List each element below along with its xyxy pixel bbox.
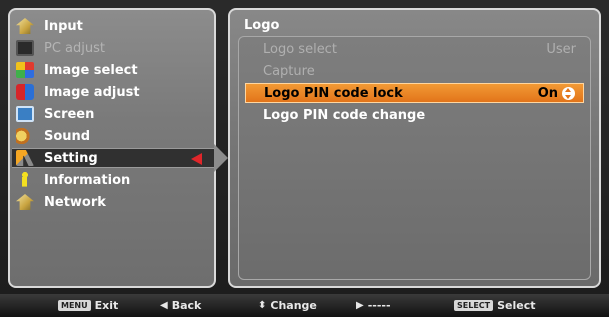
- hint-back-label: Back: [171, 299, 202, 312]
- selection-arrow-icon: [191, 153, 202, 165]
- menu-item-label: Screen: [44, 106, 95, 122]
- screen-icon: [16, 106, 34, 122]
- submenu-list: Logo select User Capture Logo PIN code l…: [238, 36, 591, 280]
- hint-select-label: Select: [497, 299, 536, 312]
- hint-next: ▶ -----: [356, 299, 391, 312]
- hint-back: ◀ Back: [160, 299, 201, 312]
- setting-icon: [16, 150, 34, 166]
- submenu-item-label: Capture: [263, 63, 315, 79]
- menu-item-label: PC adjust: [44, 40, 105, 56]
- submenu-item-label: Logo PIN code change: [263, 107, 426, 123]
- menu-item-label: Sound: [44, 128, 91, 144]
- menu-item-label: Network: [44, 194, 106, 210]
- osd-frame: Input PC adjust Image select Image adjus…: [0, 0, 609, 317]
- submenu-title: Logo: [244, 18, 280, 33]
- submenu-item-value: On: [537, 85, 558, 101]
- menu-item-label: Setting: [44, 150, 98, 166]
- menu-item-label: Information: [44, 172, 131, 188]
- menu-item-label: Input: [44, 18, 83, 34]
- menu-item-sound[interactable]: Sound: [12, 126, 214, 146]
- image-adjust-icon: [16, 84, 34, 100]
- hint-bar: MENU Exit ◀ Back ⬍ Change ▶ ----- SELECT…: [0, 294, 609, 317]
- left-arrow-icon: ◀: [160, 300, 168, 311]
- submenu-item-logo-pin-code-change[interactable]: Logo PIN code change: [245, 105, 584, 125]
- menu-item-network[interactable]: Network: [12, 192, 214, 212]
- menu-item-label: Image select: [44, 62, 138, 78]
- menu-item-screen[interactable]: Screen: [12, 104, 214, 124]
- submenu-item-value-group: On: [538, 86, 575, 101]
- up-down-icon[interactable]: [562, 86, 575, 100]
- hint-change: ⬍ Change: [258, 299, 317, 312]
- submenu-item-logo-select: Logo select User: [245, 39, 584, 59]
- hint-exit-label: Exit: [94, 299, 119, 312]
- input-icon: [16, 18, 34, 34]
- pc-adjust-icon: [16, 40, 34, 56]
- hint-change-label: Change: [270, 299, 317, 312]
- menu-key-icon: MENU: [58, 300, 91, 311]
- menu-item-image-adjust[interactable]: Image adjust: [12, 82, 214, 102]
- hint-select: SELECT Select: [454, 299, 536, 312]
- hint-next-label: -----: [367, 299, 391, 312]
- up-down-arrow-icon: ⬍: [258, 300, 267, 311]
- image-select-icon: [16, 62, 34, 78]
- submenu-item-label: Logo PIN code lock: [264, 85, 403, 101]
- hint-exit: MENU Exit: [58, 299, 118, 312]
- menu-item-information[interactable]: Information: [12, 170, 214, 190]
- information-icon: [16, 172, 34, 188]
- main-menu-panel: Input PC adjust Image select Image adjus…: [8, 8, 216, 288]
- menu-item-setting[interactable]: Setting: [12, 148, 214, 168]
- menu-item-image-select[interactable]: Image select: [12, 60, 214, 80]
- menu-item-input[interactable]: Input: [12, 16, 214, 36]
- menu-item-pc-adjust: PC adjust: [12, 38, 214, 58]
- panel-connector: [214, 144, 228, 172]
- submenu-item-value: User: [546, 41, 576, 57]
- submenu-item-capture: Capture: [245, 61, 584, 81]
- select-key-icon: SELECT: [454, 300, 494, 311]
- submenu-item-logo-pin-code-lock[interactable]: Logo PIN code lock On: [245, 83, 584, 103]
- sound-icon: [16, 128, 34, 144]
- submenu-panel: Logo Logo select User Capture Logo PIN c…: [228, 8, 601, 288]
- right-arrow-icon: ▶: [356, 300, 364, 311]
- submenu-item-label: Logo select: [263, 41, 337, 57]
- menu-item-label: Image adjust: [44, 84, 140, 100]
- network-icon: [16, 194, 34, 210]
